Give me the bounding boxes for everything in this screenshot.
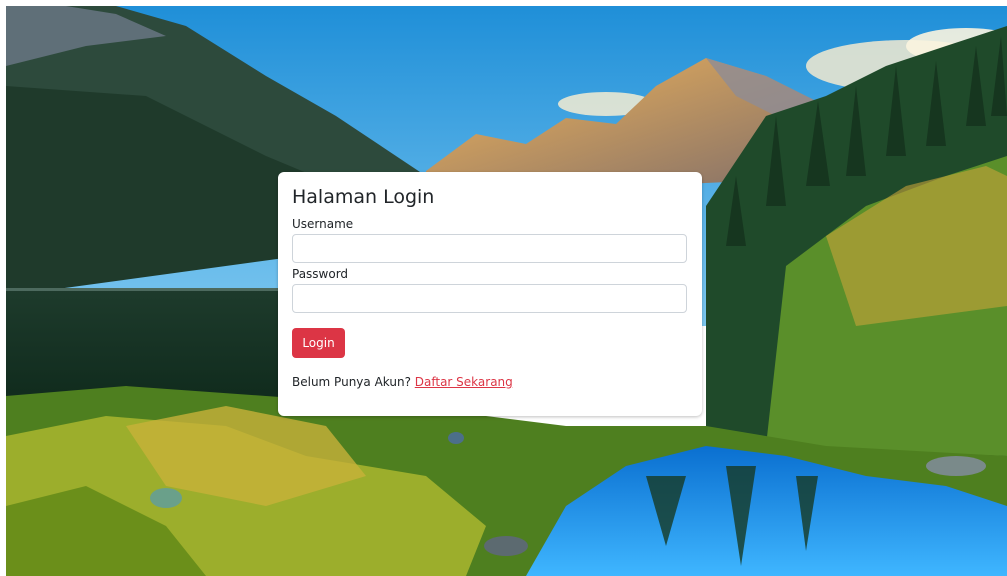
password-label: Password: [292, 267, 349, 281]
page: Halaman Login Username Password Login Be…: [0, 0, 1007, 576]
signup-prompt-text: Belum Punya Akun?: [292, 375, 411, 389]
password-input[interactable]: [292, 284, 687, 313]
signup-prompt-line: Belum Punya Akun? Daftar Sekarang: [292, 375, 513, 389]
signup-link[interactable]: Daftar Sekarang: [415, 375, 513, 389]
username-input[interactable]: [292, 234, 687, 263]
login-card: Halaman Login Username Password Login Be…: [278, 172, 702, 416]
login-button[interactable]: Login: [292, 328, 345, 358]
page-title: Halaman Login: [292, 186, 435, 208]
username-label: Username: [292, 217, 354, 231]
